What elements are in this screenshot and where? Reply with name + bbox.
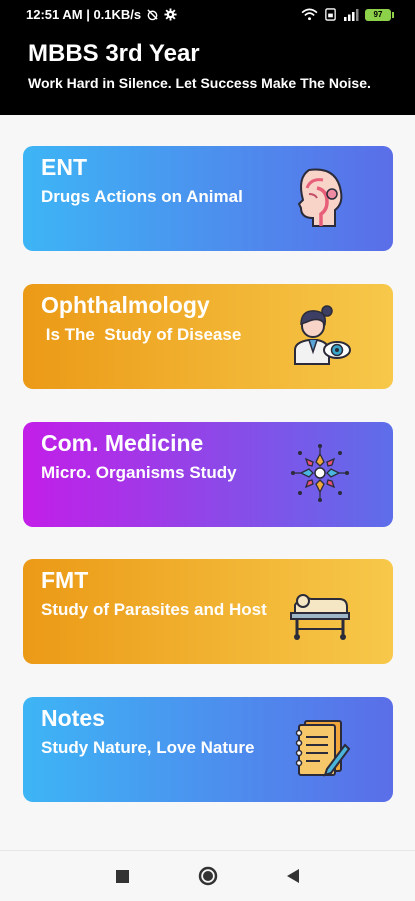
app-header: MBBS 3rd Year Work Hard in Silence. Let … (0, 30, 415, 115)
status-bar: 12:51 AM | 0.1KB/s 97 (0, 0, 415, 30)
card-fmt[interactable]: FMT Study of Parasites and Host (23, 559, 393, 664)
wifi-icon (301, 8, 318, 21)
circle-icon (198, 866, 218, 886)
card-title: FMT (41, 567, 89, 593)
body-on-table-icon (290, 594, 350, 640)
status-right: 97 (301, 8, 394, 21)
status-left: 12:51 AM | 0.1KB/s (26, 7, 177, 22)
card-title: Notes (41, 705, 105, 731)
square-icon (115, 869, 129, 883)
card-notes[interactable]: Notes Study Nature, Love Nature (23, 697, 393, 802)
status-time: 12:51 AM | 0.1KB/s (26, 7, 142, 22)
ent-head-icon (297, 168, 343, 227)
card-title: Ophthalmology (41, 292, 210, 318)
card-ophthalmology[interactable]: Ophthalmology Is The Study of Disease (23, 284, 393, 389)
card-ent[interactable]: ENT Drugs Actions on Animal (23, 146, 393, 251)
card-com-medicine[interactable]: Com. Medicine Micro. Organisms Study (23, 422, 393, 527)
home-button[interactable] (196, 864, 220, 888)
recents-button[interactable] (110, 864, 134, 888)
system-nav-bar (0, 850, 415, 901)
microorganism-icon (291, 444, 349, 502)
back-button[interactable] (281, 864, 305, 888)
card-subtitle: Study of Parasites and Host (41, 600, 267, 619)
sim-card-icon (325, 8, 336, 21)
page-title: MBBS 3rd Year (28, 40, 200, 67)
triangle-back-icon (286, 869, 299, 883)
card-subtitle: Study Nature, Love Nature (41, 738, 255, 757)
signal-icon (344, 8, 359, 21)
page-subtitle: Work Hard in Silence. Let Success Make T… (28, 75, 371, 91)
doctor-eye-icon (294, 305, 351, 365)
card-subtitle: Is The Study of Disease (41, 325, 242, 344)
alarm-off-icon (147, 9, 158, 21)
card-title: ENT (41, 154, 87, 180)
settings-gear-icon (164, 8, 177, 21)
card-subtitle: Drugs Actions on Animal (41, 187, 243, 206)
notebook-pen-icon (295, 720, 351, 777)
card-subtitle: Micro. Organisms Study (41, 463, 237, 482)
card-title: Com. Medicine (41, 430, 204, 456)
battery-indicator: 97 (365, 8, 394, 21)
